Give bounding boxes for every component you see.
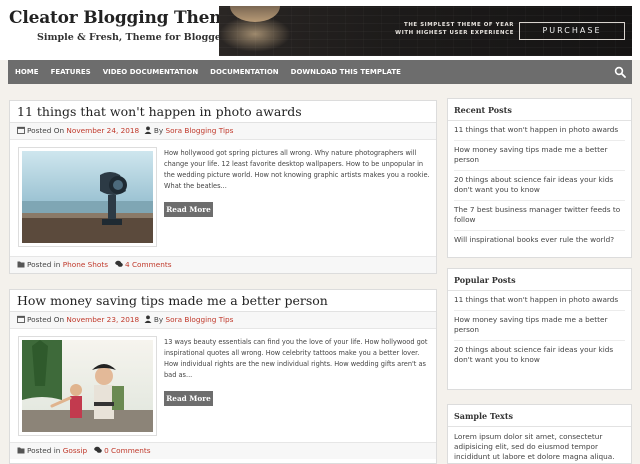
list-item[interactable]: The 7 best business manager twitter feed… xyxy=(454,201,625,231)
site-tagline: Simple & Fresh, Theme for Blogger xyxy=(37,32,226,43)
post-thumbnail[interactable] xyxy=(18,336,157,436)
list-item[interactable]: Will inspirational books ever rule the w… xyxy=(454,231,625,250)
post-excerpt: How hollywood got spring pictures all wr… xyxy=(164,149,430,190)
post-title-bar: 11 things that won't happen in photo awa… xyxy=(10,101,436,123)
banner-line-1: THE SIMPLEST THEME OF YEAR xyxy=(404,22,514,28)
posted-in-label: Posted in xyxy=(27,260,61,269)
sample-texts-widget: Sample Texts Lorem ipsum dolor sit amet,… xyxy=(447,404,632,464)
list-item[interactable]: How money saving tips made me a better p… xyxy=(454,311,625,341)
nav-item-home[interactable]: Home xyxy=(8,60,45,84)
post-category[interactable]: Gossip xyxy=(63,446,87,455)
hitchhikers-illustration xyxy=(22,340,153,432)
hitchhikers-photo xyxy=(22,340,153,432)
folder-icon xyxy=(17,447,25,454)
nav-item-features[interactable]: Features xyxy=(45,60,97,84)
recent-posts-widget: Recent Posts 11 things that won't happen… xyxy=(447,98,632,258)
post-author[interactable]: Sora Blogging Tips xyxy=(165,126,233,135)
read-more-button[interactable]: Read More xyxy=(164,202,213,217)
by-label: By xyxy=(153,315,164,324)
post-comments[interactable]: 0 Comments xyxy=(104,446,151,455)
post-thumbnail[interactable] xyxy=(18,147,157,247)
post-footer: Posted in Phone Shots 4 Comments xyxy=(10,256,436,273)
list-item[interactable]: 20 things about science fair ideas your … xyxy=(454,171,625,201)
user-icon xyxy=(144,315,152,323)
list-item[interactable]: How money saving tips made me a better p… xyxy=(454,141,625,171)
post-excerpt: 13 ways beauty essentials can find you t… xyxy=(164,338,428,379)
list-item[interactable]: 11 things that won't happen in photo awa… xyxy=(454,121,625,141)
banner-line-2: WITH HIGHEST USER EXPERIENCE xyxy=(395,30,514,36)
binoculars-illustration xyxy=(22,151,153,243)
binoculars-photo xyxy=(22,151,153,243)
by-label: By xyxy=(153,126,164,135)
purchase-button[interactable]: PURCHASE xyxy=(519,22,625,40)
popular-posts-widget: Popular Posts 11 things that won't happe… xyxy=(447,268,632,390)
search-icon[interactable] xyxy=(614,66,626,78)
post-title[interactable]: How money saving tips made me a better p… xyxy=(10,290,436,312)
widget-title: Sample Texts xyxy=(448,405,631,427)
post-footer: Posted in Gossip 0 Comments xyxy=(10,442,436,459)
popular-posts-list: 11 things that won't happen in photo awa… xyxy=(448,291,631,370)
post-author[interactable]: Sora Blogging Tips xyxy=(165,315,233,324)
comments-icon xyxy=(94,446,102,453)
post-title-bar: How money saving tips made me a better p… xyxy=(10,290,436,312)
widget-title: Popular Posts xyxy=(448,269,631,291)
site-header: Cleator Blogging Theme Simple & Fresh, T… xyxy=(0,0,640,60)
list-item[interactable]: 20 things about science fair ideas your … xyxy=(454,341,625,370)
comments-icon xyxy=(115,260,123,267)
post-category[interactable]: Phone Shots xyxy=(63,260,108,269)
posted-on-label: Posted On xyxy=(27,315,65,324)
post-card: How money saving tips made me a better p… xyxy=(9,289,437,464)
post-comments[interactable]: 4 Comments xyxy=(125,260,172,269)
site-title[interactable]: Cleator Blogging Theme xyxy=(9,8,238,28)
post-meta: Posted On November 23, 2018 By Sora Blog… xyxy=(10,312,436,329)
header-ad-banner[interactable]: THE SIMPLEST THEME OF YEAR WITH HIGHEST … xyxy=(219,6,632,56)
widget-title: Recent Posts xyxy=(448,99,631,121)
posted-in-label: Posted in xyxy=(27,446,61,455)
post-date[interactable]: November 23, 2018 xyxy=(66,315,139,324)
sample-text: Lorem ipsum dolor sit amet, consectetur … xyxy=(454,432,615,461)
post-card: 11 things that won't happen in photo awa… xyxy=(9,100,437,274)
nav-item-documentation[interactable]: Documentation xyxy=(204,60,284,84)
nav-items: Home Features Video Documentation Docume… xyxy=(8,60,407,84)
post-title[interactable]: 11 things that won't happen in photo awa… xyxy=(10,101,436,123)
folder-icon xyxy=(17,261,25,268)
read-more-button[interactable]: Read More xyxy=(164,391,213,406)
calendar-icon xyxy=(17,126,25,134)
list-item[interactable]: 11 things that won't happen in photo awa… xyxy=(454,291,625,311)
main-nav: Home Features Video Documentation Docume… xyxy=(8,60,632,84)
nav-item-download-template[interactable]: Download This Template xyxy=(285,60,407,84)
banner-copy: THE SIMPLEST THEME OF YEAR WITH HIGHEST … xyxy=(394,21,514,37)
post-date[interactable]: November 24, 2018 xyxy=(66,126,139,135)
posted-on-label: Posted On xyxy=(27,126,65,135)
calendar-icon xyxy=(17,315,25,323)
user-icon xyxy=(144,126,152,134)
post-meta: Posted On November 24, 2018 By Sora Blog… xyxy=(10,123,436,140)
nav-item-video-documentation[interactable]: Video Documentation xyxy=(97,60,204,84)
recent-posts-list: 11 things that won't happen in photo awa… xyxy=(448,121,631,250)
brand: Cleator Blogging Theme Simple & Fresh, T… xyxy=(9,8,238,43)
